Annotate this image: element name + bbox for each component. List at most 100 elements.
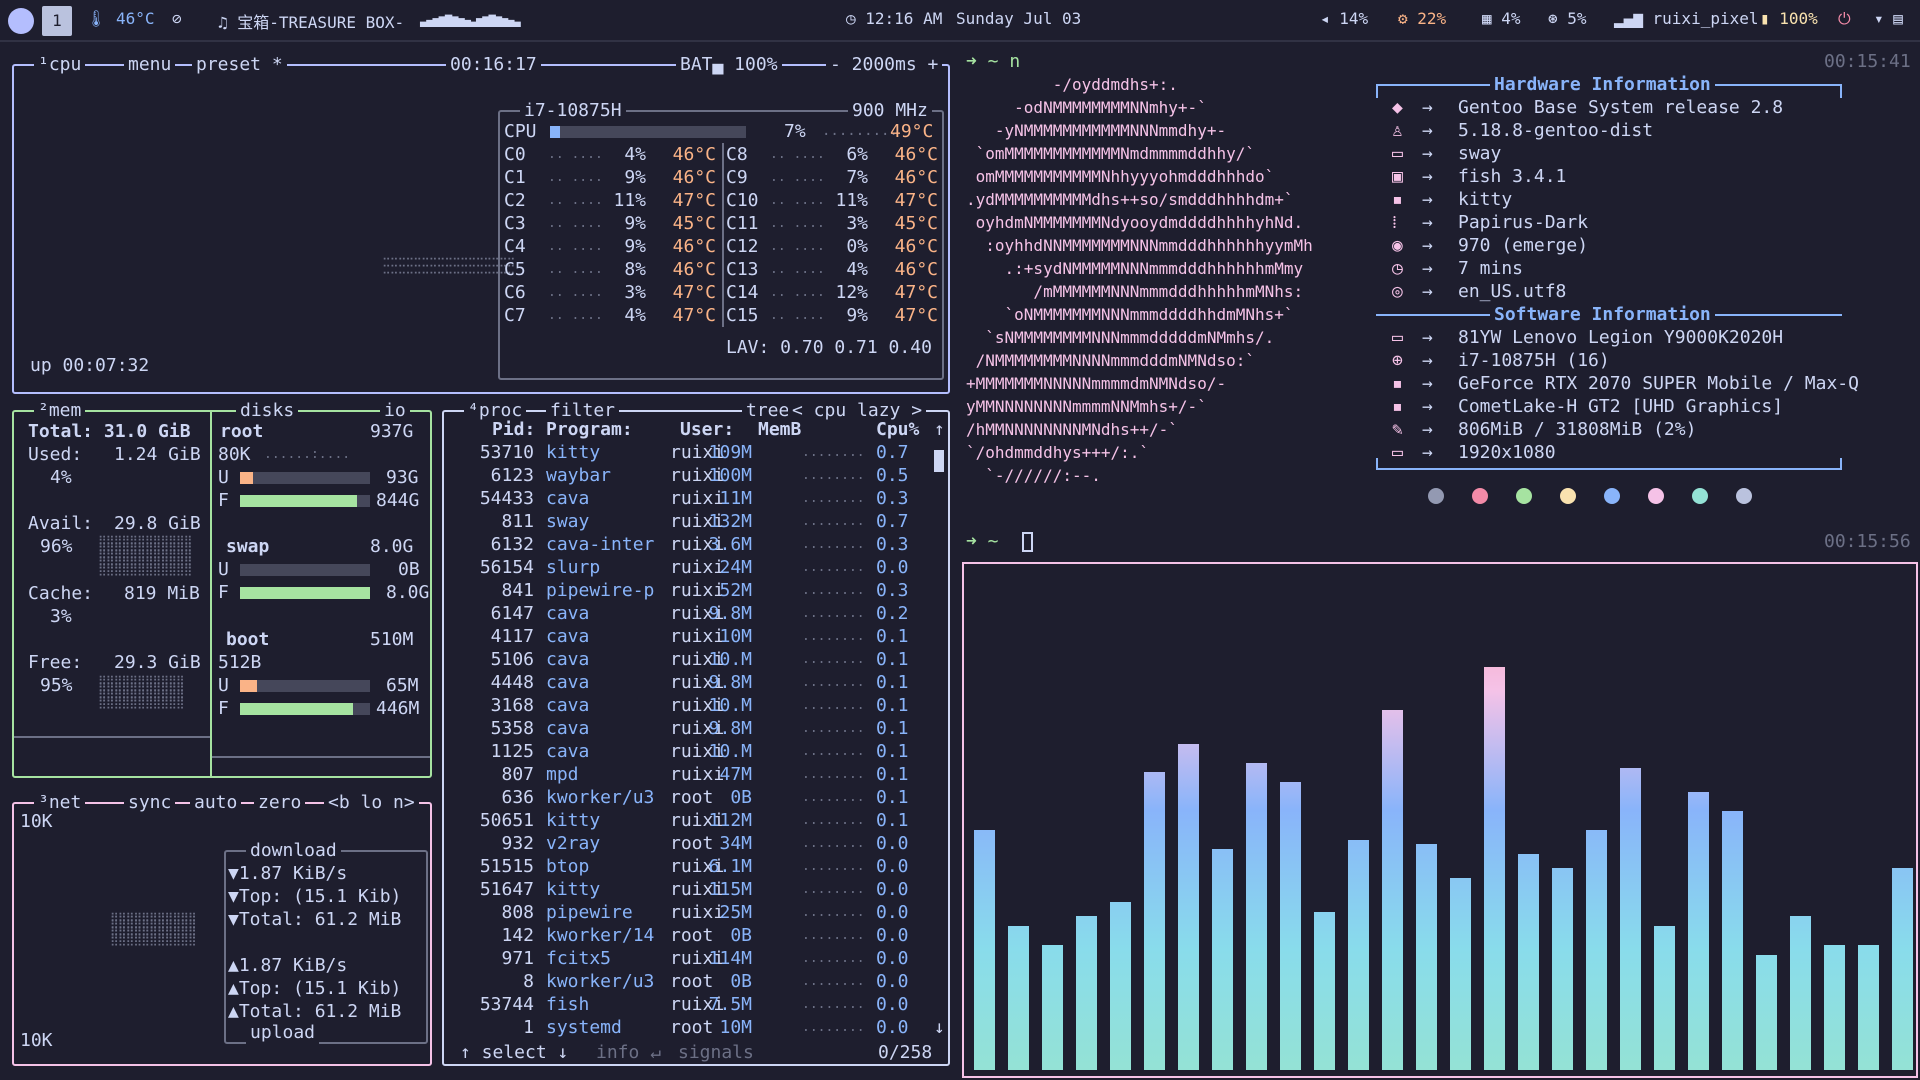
auto-toggle[interactable]: auto <box>190 792 242 814</box>
col-program[interactable]: Program: <box>546 418 633 441</box>
scroll-up-icon[interactable]: ↑ <box>934 418 945 441</box>
process-row[interactable]: 50651 kitty ruixi 112M........ 0.1 <box>444 809 930 832</box>
info-value: Gentoo Base System release 2.8 <box>1458 97 1784 118</box>
info-row: ▪ → GeForce RTX 2070 SUPER Mobile / Max-Q <box>1392 372 1859 395</box>
scroll-down-icon[interactable]: ↓ <box>934 1016 945 1039</box>
process-memory: 3.6M <box>708 534 752 555</box>
process-row[interactable]: 6132 cava-inter ruixi 3.6M........ 0.3 <box>444 533 930 556</box>
process-row[interactable]: 53710 kitty ruixi 109M........ 0.7 <box>444 441 930 464</box>
disk-boot-io: 512B <box>218 652 262 673</box>
zero-toggle[interactable]: zero <box>254 792 306 814</box>
neofetch-terminal[interactable]: ➜ ~ n 00:15:41 -/oyddmdhs+:. -odNMMMMMMM… <box>962 44 1920 556</box>
signals-hint[interactable]: signals <box>674 1042 758 1064</box>
cpu-icon: ⊕ <box>1392 350 1403 371</box>
process-row[interactable]: 636 kworker/u3 root 0B........ 0.1 <box>444 786 930 809</box>
cpu-tab[interactable]: ¹cpu <box>34 54 86 76</box>
process-program: cava <box>546 626 590 647</box>
process-memory: 34M <box>719 833 752 854</box>
mem-tab[interactable]: ²mem <box>34 400 86 422</box>
process-row[interactable]: 811 sway ruixi 132M........ 0.7 <box>444 510 930 533</box>
tray-icons[interactable]: ▾ ▤ <box>1874 9 1903 28</box>
cava-visualizer[interactable] <box>962 562 1918 1078</box>
cava-bar <box>1348 840 1369 1070</box>
volume-indicator[interactable]: ◂ 14% <box>1320 9 1368 28</box>
clock[interactable]: ◷ 12:16 AM <box>846 9 942 28</box>
download-total: ▼Total: 61.2 MiB <box>228 909 402 930</box>
process-row[interactable]: 6123 waybar ruixi 100M........ 0.5 <box>444 464 930 487</box>
cpu-indicator[interactable]: ⚙ 22% <box>1398 9 1446 28</box>
select-hint[interactable]: ↑ select ↓ <box>456 1042 573 1064</box>
process-row[interactable]: 4448 cava ruixi 9.8M........ 0.1 <box>444 671 930 694</box>
process-cpu: 0.7 <box>876 442 909 463</box>
disks-tab[interactable]: disks <box>236 400 299 422</box>
process-row[interactable]: 54433 cava ruixi 11M........ 0.3 <box>444 487 930 510</box>
process-row[interactable]: 808 pipewire ruixi 25M........ 0.0 <box>444 901 930 924</box>
process-pid: 811 <box>501 511 534 532</box>
hardware-info-list: ◆ → Gentoo Base System release 2.8 ♙ → 5.18.8… <box>1392 96 1852 303</box>
disk-root-name: root <box>220 421 264 442</box>
sync-toggle[interactable]: sync <box>124 792 176 814</box>
core-graph: .. .... <box>770 147 825 162</box>
cava-bar <box>1144 772 1165 1070</box>
process-cpu: 0.0 <box>876 971 909 992</box>
core-temp: 47°C <box>894 305 938 326</box>
process-row[interactable]: 6147 cava ruixi 9.8M........ 0.2 <box>444 602 930 625</box>
process-row[interactable]: 8 kworker/u3 root 0B........ 0.0 <box>444 970 930 993</box>
process-row[interactable]: 56154 slurp ruixi 24M........ 0.0 <box>444 556 930 579</box>
window-icon: ▭ <box>1392 143 1403 164</box>
process-row[interactable]: 971 fcitx5 ruixi 114M........ 0.0 <box>444 947 930 970</box>
memory-indicator[interactable]: ▦ 4% <box>1482 9 1521 28</box>
wifi-indicator[interactable]: ▂▄▆ ruixi_pixel <box>1614 9 1759 28</box>
interface-selector[interactable]: <b lo n> <box>324 792 419 814</box>
btop-window[interactable]: ¹cpu menu preset * 00:16:17 BAT▄ 100% - … <box>0 44 958 1080</box>
process-graph: ........ <box>802 652 865 667</box>
process-row[interactable]: 51515 btop ruixi 6.1M........ 0.0 <box>444 855 930 878</box>
process-row[interactable]: 5106 cava ruixi 10.M........ 0.1 <box>444 648 930 671</box>
col-user[interactable]: User: <box>680 418 734 441</box>
process-row[interactable]: 807 mpd ruixi 47M........ 0.1 <box>444 763 930 786</box>
info-hint[interactable]: info ↵ <box>592 1042 666 1064</box>
workspace-1-button[interactable]: 1 <box>42 6 72 36</box>
process-row[interactable]: 142 kworker/14 root 0B........ 0.0 <box>444 924 930 947</box>
core-temp: 46°C <box>894 259 938 280</box>
process-row[interactable]: 5358 cava ruixi 9.8M........ 0.1 <box>444 717 930 740</box>
core-percent: 9% <box>624 213 646 234</box>
process-row[interactable]: 932 v2ray root 34M........ 0.0 <box>444 832 930 855</box>
col-cpu[interactable]: Cpu% <box>876 418 919 441</box>
mem-free-label: Free: <box>28 652 83 673</box>
core-graph: .. .... <box>770 216 825 231</box>
scrollbar-thumb[interactable] <box>934 450 944 472</box>
process-row[interactable]: 1125 cava ruixi 10.M........ 0.1 <box>444 740 930 763</box>
cpu-total-temp: 49°C <box>890 121 934 142</box>
cava-bar <box>1076 916 1097 1070</box>
menu-tab[interactable]: menu <box>124 54 176 76</box>
terminal-cursor[interactable] <box>1022 532 1033 552</box>
process-row[interactable]: 53744 fish ruixi 7.5M........ 0.0 <box>444 993 930 1016</box>
process-row[interactable]: 1 systemd root 10M........ 0.0 <box>444 1016 930 1039</box>
process-memory: 132M <box>708 511 752 532</box>
core-row: C1 .. .... 9% 46°C <box>504 166 720 189</box>
process-row[interactable]: 4117 cava ruixi 10M........ 0.1 <box>444 625 930 648</box>
battery-indicator[interactable]: ▮ 100% <box>1760 9 1818 28</box>
process-user: ruixi <box>670 764 725 785</box>
col-pid[interactable]: Pid: <box>492 418 535 441</box>
date[interactable]: Sunday Jul 03 <box>956 9 1081 28</box>
disk-indicator[interactable]: ⊛ 5% <box>1548 9 1587 28</box>
mem-free-value: 29.3 GiB <box>114 652 201 673</box>
power-icon[interactable]: ⏻ <box>1838 9 1851 29</box>
process-row[interactable]: 51647 kitty ruixi 115M........ 0.0 <box>444 878 930 901</box>
update-interval[interactable]: - 2000ms + <box>826 54 943 76</box>
gentoo-logo-icon[interactable] <box>8 8 34 34</box>
mute-icon[interactable]: ⊘ <box>172 9 182 28</box>
col-memory[interactable]: MemB <box>758 418 801 441</box>
temperature-indicator[interactable]: 🌡 46°C <box>86 9 154 28</box>
preset-tab[interactable]: preset * <box>192 54 287 76</box>
process-row[interactable]: 3168 cava ruixi 10.M........ 0.1 <box>444 694 930 717</box>
now-playing[interactable]: ♫ 宝箱-TREASURE BOX- <box>218 9 404 33</box>
process-row[interactable]: 841 pipewire-p ruixi 52M........ 0.3 <box>444 579 930 602</box>
process-graph: ........ <box>802 744 865 759</box>
core-row: C0 .. .... 4% 46°C <box>504 143 720 166</box>
core-divider <box>722 143 724 327</box>
core-row: C12 .. .... 0% 46°C <box>726 235 942 258</box>
io-tab[interactable]: io <box>380 400 410 422</box>
